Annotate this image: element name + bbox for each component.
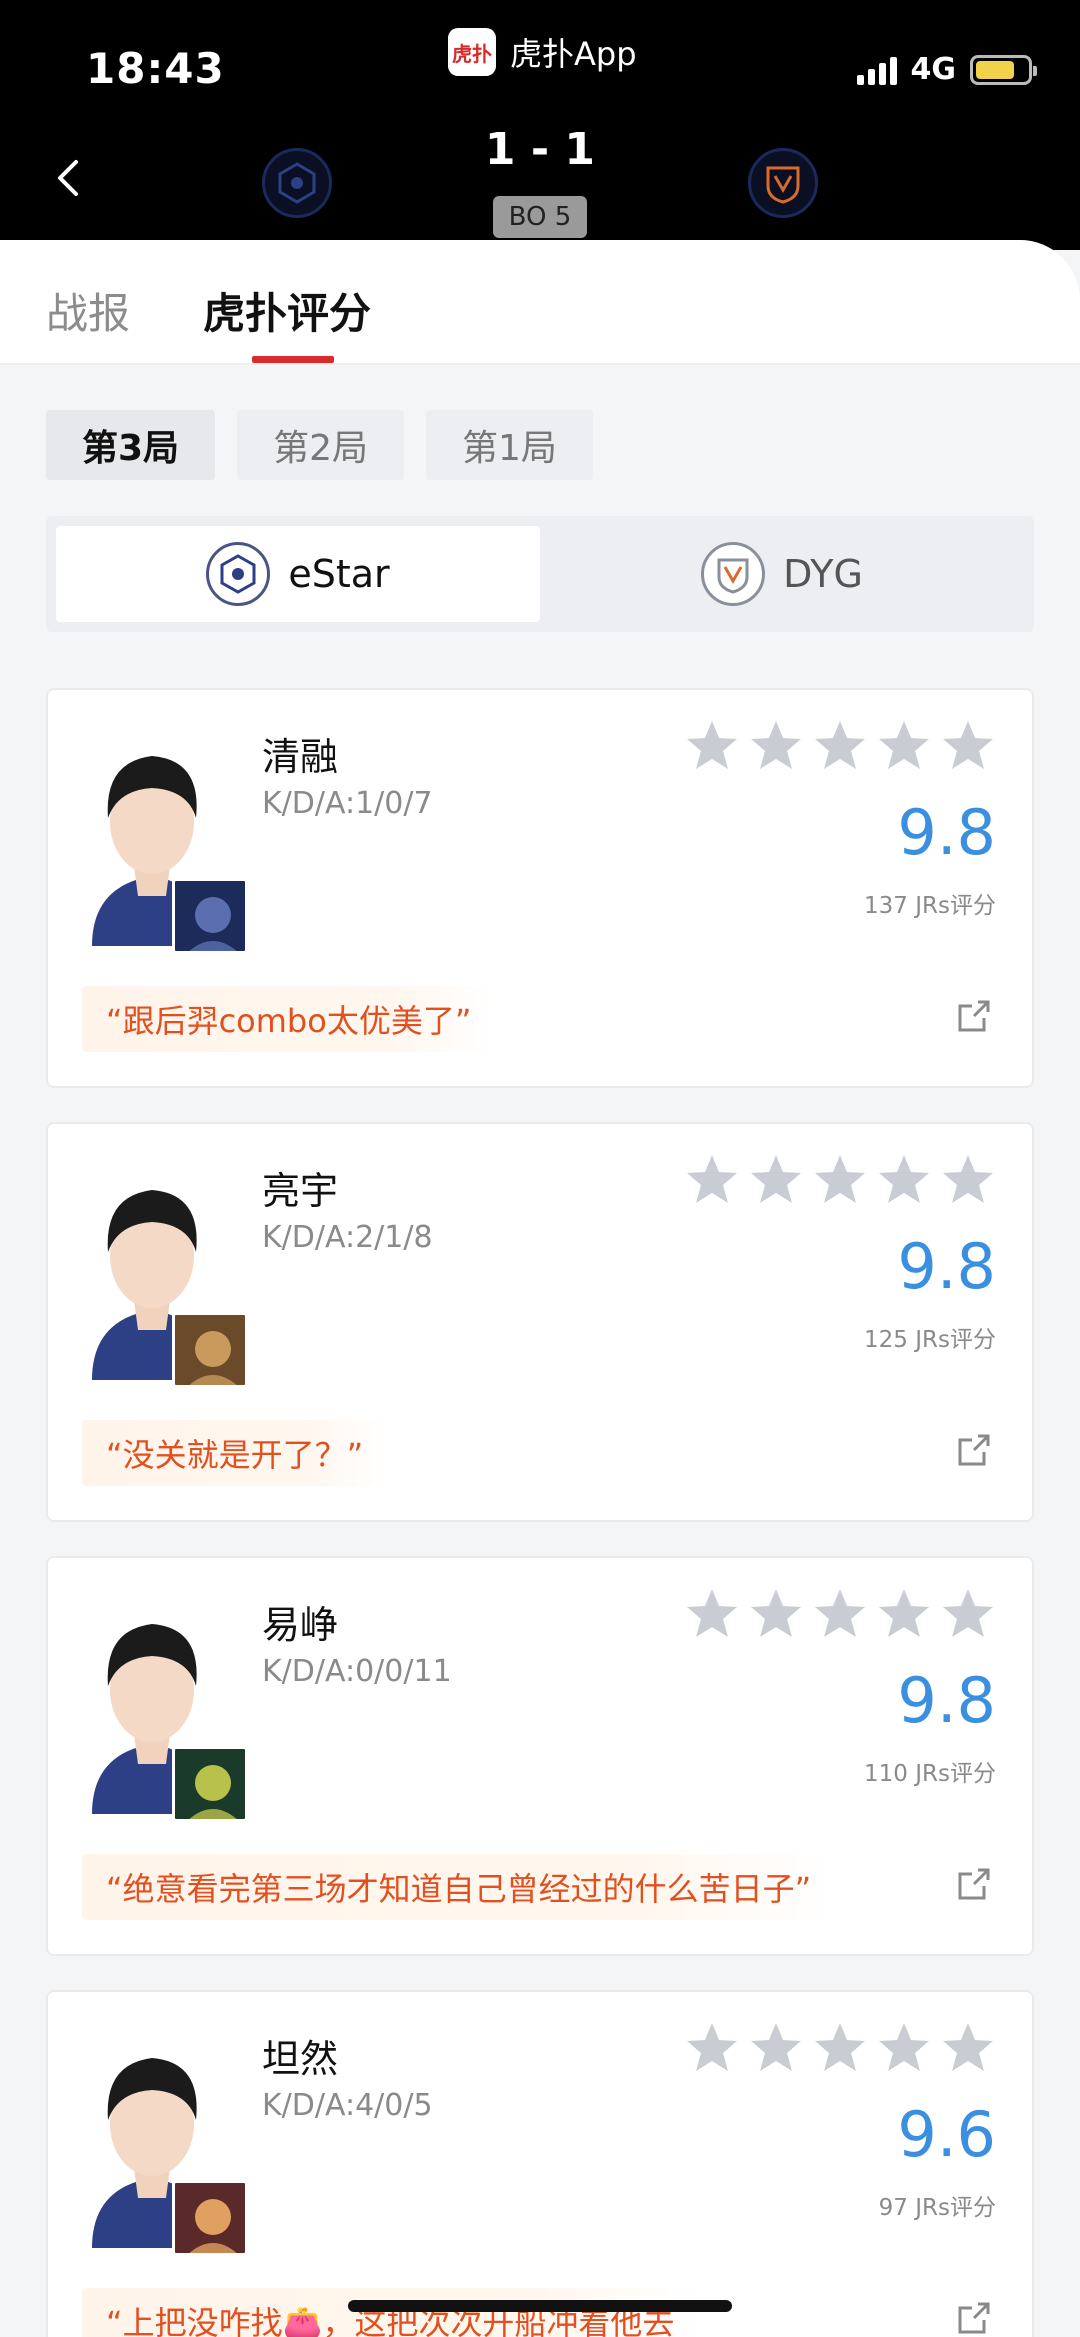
player-kda: K/D/A:1/0/7 [262, 786, 433, 821]
star-icon[interactable] [684, 718, 740, 774]
player-kda: K/D/A:2/1/8 [262, 1220, 433, 1255]
star-icon[interactable] [748, 1152, 804, 1208]
app-logo-text: 虎扑 [452, 41, 492, 66]
player-name: 易峥 [262, 1603, 339, 1647]
star-icon[interactable] [684, 1586, 740, 1642]
match-score: 1 - 1 [484, 124, 596, 175]
player-rating: 9.8 [897, 1230, 996, 1303]
star-icon[interactable] [812, 2020, 868, 2076]
game-1-button[interactable]: 第1局 [425, 410, 593, 480]
star-icon[interactable] [876, 718, 932, 774]
star-icon[interactable] [940, 718, 996, 774]
tab-report[interactable]: 战报 [46, 280, 130, 341]
player-name: 坦然 [262, 2037, 339, 2081]
app-logo-icon: 虎扑 [448, 28, 496, 76]
team-option-dyg[interactable]: DYG [540, 526, 1024, 622]
star-icon[interactable] [940, 1586, 996, 1642]
hero-icon [172, 1312, 248, 1388]
game-selector: 第3局 第2局 第1局 [46, 410, 593, 480]
rating-count: 110 JRs评分 [864, 1761, 996, 1787]
player-name: 清融 [262, 735, 339, 779]
player-card[interactable]: 易峥 K/D/A:0/0/11 9.8 110 JRs评分 “绝意看完第三场才知… [46, 1556, 1034, 1956]
player-kda: K/D/A:0/0/11 [262, 1654, 452, 1689]
rating-count: 137 JRs评分 [864, 893, 996, 919]
hero-icon [172, 1746, 248, 1822]
top-comment[interactable]: “没关就是开了？” [82, 1420, 388, 1486]
star-icon[interactable] [940, 1152, 996, 1208]
team-switcher: eStar DYG [46, 516, 1034, 632]
star-icon[interactable] [876, 2020, 932, 2076]
share-icon[interactable] [954, 996, 994, 1036]
share-icon[interactable] [954, 2298, 994, 2337]
star-icon[interactable] [748, 718, 804, 774]
star-icon[interactable] [748, 2020, 804, 2076]
player-name: 亮宇 [262, 1169, 339, 1213]
top-comment[interactable]: “上把没咋找👛，这把次次开船冲着他去 [82, 2288, 699, 2337]
top-comment[interactable]: “跟后羿combo太优美了” [82, 986, 496, 1052]
player-rating: 9.8 [897, 796, 996, 869]
estar-logo-icon [206, 542, 271, 606]
rating-stars[interactable] [684, 718, 996, 774]
cellular-signal-icon [856, 55, 897, 85]
hero-icon [172, 2180, 248, 2256]
player-card[interactable]: 清融 K/D/A:1/0/7 9.8 137 JRs评分 “跟后羿combo太优… [46, 688, 1034, 1088]
tab-bar: 战报 虎扑评分 [0, 240, 1080, 365]
player-rating: 9.8 [897, 1664, 996, 1737]
active-tab-indicator [252, 356, 334, 363]
star-icon[interactable] [876, 1152, 932, 1208]
share-icon[interactable] [954, 1430, 994, 1470]
away-team-logo-icon[interactable] [748, 148, 818, 218]
rating-stars[interactable] [684, 1586, 996, 1642]
team-option-estar[interactable]: eStar [56, 526, 540, 622]
rating-count: 97 JRs评分 [878, 2195, 996, 2221]
star-icon[interactable] [812, 1152, 868, 1208]
star-icon[interactable] [684, 1152, 740, 1208]
player-card[interactable]: 亮宇 K/D/A:2/1/8 9.8 125 JRs评分 “没关就是开了？” [46, 1122, 1034, 1522]
hero-icon [172, 878, 248, 954]
player-card[interactable]: 坦然 K/D/A:4/0/5 9.6 97 JRs评分 “上把没咋找👛，这把次次… [46, 1990, 1034, 2337]
match-header: 18:43 虎扑 虎扑App 4G 1 - 1 BO 5 [0, 0, 1080, 250]
game-3-button[interactable]: 第3局 [46, 410, 216, 480]
rating-stars[interactable] [684, 2020, 996, 2076]
team-name-estar: eStar [288, 552, 390, 596]
status-indicators: 4G [856, 52, 1037, 87]
rating-stars[interactable] [684, 1152, 996, 1208]
star-icon[interactable] [812, 1586, 868, 1642]
share-icon[interactable] [954, 1864, 994, 1904]
network-type: 4G [910, 52, 957, 87]
star-icon[interactable] [812, 718, 868, 774]
star-icon[interactable] [684, 2020, 740, 2076]
tab-hupu-rating[interactable]: 虎扑评分 [203, 280, 371, 341]
app-name: 虎扑App [510, 35, 637, 73]
dyg-logo-icon [701, 542, 766, 606]
page: 18:43 虎扑 虎扑App 4G 1 - 1 BO 5 战报 虎扑评分 第3局… [0, 0, 1080, 2337]
player-rating: 9.6 [897, 2098, 996, 2171]
home-indicator [348, 2300, 732, 2312]
star-icon[interactable] [876, 1586, 932, 1642]
status-time: 18:43 [86, 44, 225, 93]
app-badge[interactable]: 虎扑 虎扑App [448, 28, 637, 76]
team-name-dyg: DYG [783, 552, 863, 596]
match-format-badge: BO 5 [493, 196, 587, 238]
content-panel: 战报 虎扑评分 第3局 第2局 第1局 eStar DYG 清融 K/D/A:1… [0, 240, 1080, 2337]
star-icon[interactable] [748, 1586, 804, 1642]
battery-level [976, 60, 1014, 79]
game-2-button[interactable]: 第2局 [237, 410, 404, 480]
top-comment[interactable]: “绝意看完第三场才知道自己曾经过的什么苦日子” [82, 1854, 836, 1920]
battery-icon [970, 54, 1037, 85]
star-icon[interactable] [940, 2020, 996, 2076]
player-kda: K/D/A:4/0/5 [262, 2088, 433, 2123]
rating-count: 125 JRs评分 [864, 1327, 996, 1353]
